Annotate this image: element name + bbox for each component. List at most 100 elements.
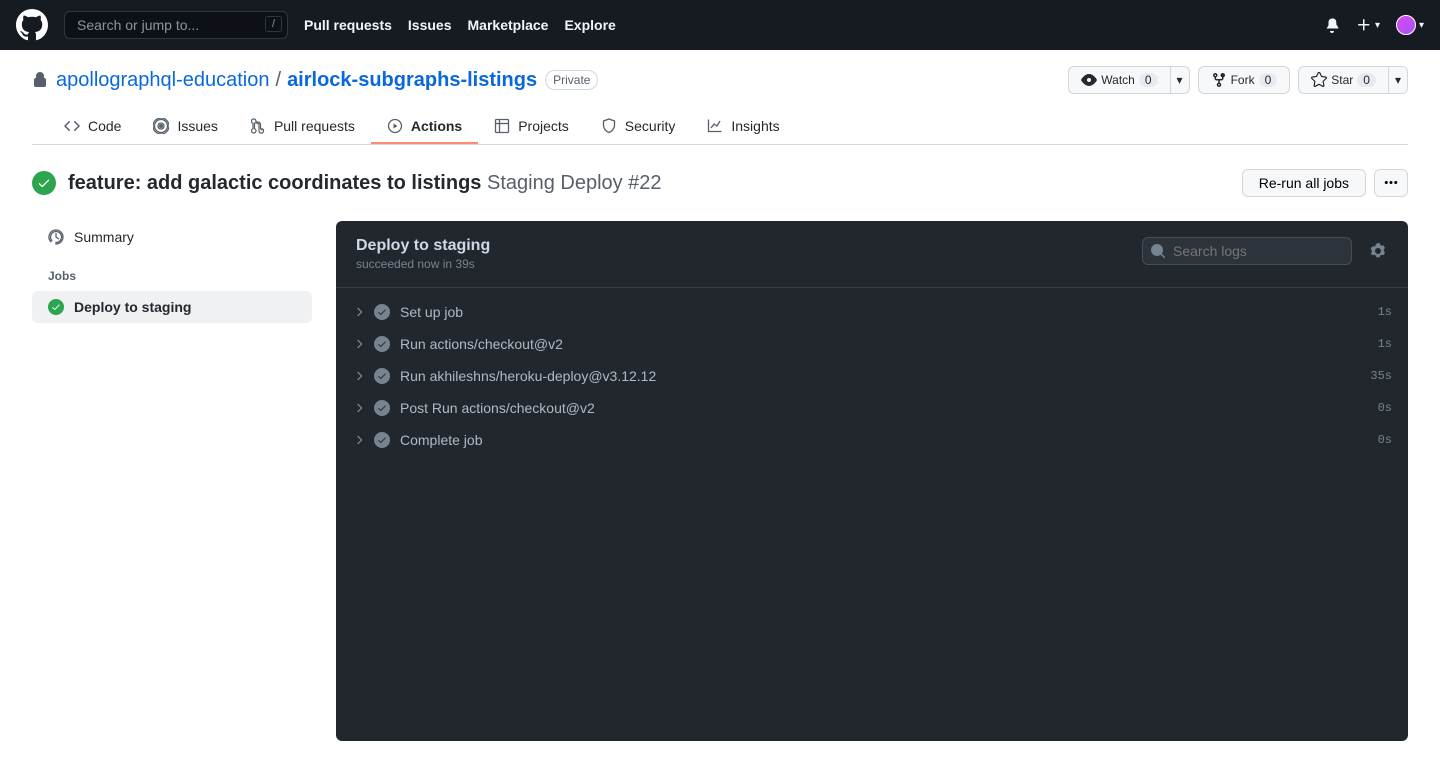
tab-insights[interactable]: Insights <box>691 110 795 144</box>
play-icon <box>387 118 403 134</box>
github-logo-icon[interactable] <box>16 9 48 41</box>
sidebar-item-label: Deploy to staging <box>74 299 191 315</box>
sidebar-job-deploy[interactable]: Deploy to staging <box>32 291 312 323</box>
step-duration: 1s <box>1378 337 1392 351</box>
more-actions-button[interactable] <box>1374 169 1408 197</box>
pr-icon <box>250 118 266 134</box>
watch-button-group: Watch 0 ▾ <box>1068 66 1189 94</box>
fork-label: Fork <box>1231 73 1255 87</box>
create-new-dropdown[interactable]: ▾ <box>1356 17 1380 33</box>
step-success-icon <box>374 304 390 320</box>
gear-icon <box>1370 243 1386 259</box>
tab-label: Issues <box>177 118 217 134</box>
search-icon <box>1150 243 1166 259</box>
nav-explore[interactable]: Explore <box>564 17 615 33</box>
star-button[interactable]: Star 0 <box>1298 66 1389 94</box>
tab-label: Code <box>88 118 121 134</box>
step-success-icon <box>374 368 390 384</box>
caret-down-icon: ▾ <box>1177 73 1183 87</box>
kebab-icon <box>1383 175 1399 191</box>
log-search-input[interactable] <box>1142 237 1352 265</box>
chevron-right-icon <box>352 433 366 447</box>
log-toolbar <box>1142 237 1392 265</box>
nav-issues[interactable]: Issues <box>408 17 452 33</box>
star-count: 0 <box>1357 73 1376 87</box>
nav-marketplace[interactable]: Marketplace <box>468 17 549 33</box>
tab-pulls[interactable]: Pull requests <box>234 110 371 144</box>
caret-down-icon: ▾ <box>1395 73 1401 87</box>
header-nav: Pull requests Issues Marketplace Explore <box>304 17 616 33</box>
sidebar-jobs-header: Jobs <box>32 253 312 291</box>
star-button-group: Star 0 ▾ <box>1298 66 1408 94</box>
tab-projects[interactable]: Projects <box>478 110 585 144</box>
repo-link[interactable]: airlock-subgraphs-listings <box>287 69 537 92</box>
caret-down-icon: ▾ <box>1375 20 1380 31</box>
issue-icon <box>153 118 169 134</box>
log-settings-button[interactable] <box>1364 237 1392 265</box>
tab-issues[interactable]: Issues <box>137 110 233 144</box>
separator: / <box>276 69 282 92</box>
step-name: Run akhileshns/heroku-deploy@v3.12.12 <box>400 368 656 384</box>
repo-tabs: Code Issues Pull requests Actions Projec… <box>32 110 1408 145</box>
step-row[interactable]: Post Run actions/checkout@v2 0s <box>336 392 1408 424</box>
success-status-icon <box>48 299 64 315</box>
notifications-icon[interactable] <box>1324 17 1340 33</box>
global-header: / Pull requests Issues Marketplace Explo… <box>0 0 1440 50</box>
lock-icon <box>32 72 48 88</box>
rerun-button[interactable]: Re-run all jobs <box>1242 169 1366 197</box>
step-row[interactable]: Set up job 1s <box>336 296 1408 328</box>
step-name: Post Run actions/checkout@v2 <box>400 400 595 416</box>
step-name: Run actions/checkout@v2 <box>400 336 563 352</box>
log-title: Deploy to staging <box>356 237 490 255</box>
step-name: Complete job <box>400 432 483 448</box>
chevron-right-icon <box>352 369 366 383</box>
eye-icon <box>1081 72 1097 88</box>
nav-pull-requests[interactable]: Pull requests <box>304 17 392 33</box>
tab-label: Pull requests <box>274 118 355 134</box>
owner-link[interactable]: apollographql-education <box>56 69 270 92</box>
meter-icon <box>48 229 64 245</box>
repo-actions: Watch 0 ▾ Fork 0 Star 0 ▾ <box>1068 66 1408 94</box>
table-icon <box>494 118 510 134</box>
watch-button[interactable]: Watch 0 <box>1068 66 1170 94</box>
step-row[interactable]: Complete job 0s <box>336 424 1408 456</box>
step-row[interactable]: Run actions/checkout@v2 1s <box>336 328 1408 360</box>
search-input[interactable] <box>64 11 288 39</box>
log-subtitle: succeeded now in 39s <box>356 257 490 271</box>
repo-head: apollographql-education / airlock-subgra… <box>0 50 1440 145</box>
step-row[interactable]: Run akhileshns/heroku-deploy@v3.12.12 35… <box>336 360 1408 392</box>
steps-list: Set up job 1s Run actions/checkout@v2 1s… <box>336 288 1408 464</box>
main-content: feature: add galactic coordinates to lis… <box>0 145 1440 765</box>
slash-key-hint: / <box>265 16 282 32</box>
step-duration: 35s <box>1370 369 1392 383</box>
chevron-right-icon <box>352 337 366 351</box>
log-title-block: Deploy to staging succeeded now in 39s <box>356 237 490 271</box>
step-success-icon <box>374 400 390 416</box>
log-header: Deploy to staging succeeded now in 39s <box>336 221 1408 288</box>
user-menu[interactable]: ▾ <box>1396 15 1424 35</box>
tab-label: Actions <box>411 118 462 134</box>
step-name: Set up job <box>400 304 463 320</box>
run-title-text: feature: add galactic coordinates to lis… <box>68 172 481 194</box>
chevron-right-icon <box>352 305 366 319</box>
tab-label: Projects <box>518 118 569 134</box>
watch-dropdown[interactable]: ▾ <box>1171 66 1190 94</box>
tab-code[interactable]: Code <box>48 110 137 144</box>
tab-actions[interactable]: Actions <box>371 110 478 144</box>
search-box: / <box>64 11 288 39</box>
breadcrumb: apollographql-education / airlock-subgra… <box>56 69 537 92</box>
visibility-badge: Private <box>545 70 598 90</box>
shield-icon <box>601 118 617 134</box>
tab-security[interactable]: Security <box>585 110 692 144</box>
chevron-right-icon <box>352 401 366 415</box>
star-dropdown[interactable]: ▾ <box>1389 66 1408 94</box>
tab-label: Insights <box>731 118 779 134</box>
fork-icon <box>1211 72 1227 88</box>
watch-count: 0 <box>1139 73 1158 87</box>
run-header: feature: add galactic coordinates to lis… <box>32 169 1408 197</box>
layout: Summary Jobs Deploy to staging Deploy to… <box>32 221 1408 741</box>
fork-button[interactable]: Fork 0 <box>1198 66 1291 94</box>
log-search-wrap <box>1142 237 1352 265</box>
step-success-icon <box>374 432 390 448</box>
sidebar-summary[interactable]: Summary <box>32 221 312 253</box>
